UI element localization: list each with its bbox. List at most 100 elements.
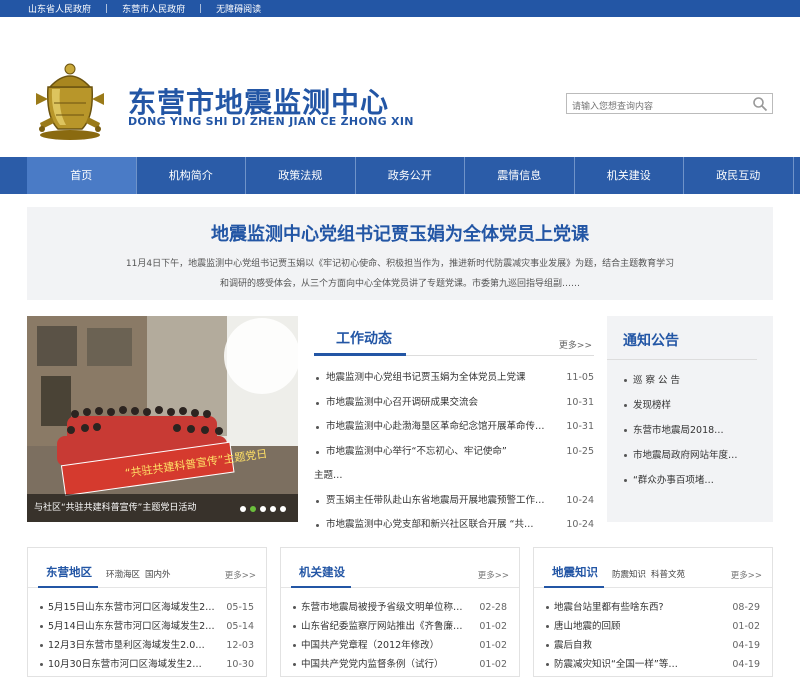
slide-photo: “共驻共建科普宣传”主题党日 [27,316,298,522]
box-quake-knowledge: 地震知识 防震知识 科普文苑 更多>> 地震台站里都有些啥东西? 08-29 唐山… [533,547,773,677]
work-news-header: 工作动态 更多>> [314,316,594,356]
item-date: 10-24 [566,519,594,530]
item-title: 市地震监测中心召开调研成果交流会 [326,396,479,408]
list-item[interactable]: 贾玉娟主任带队赴山东省地震局开展地震预警工作… 10-24 [314,489,594,514]
slider-dot[interactable] [260,506,266,512]
item-title: 地震台站里都有些啥东西? [554,602,664,613]
list-item[interactable]: 市地震监测中心党支部和新兴社区联合开展 “共… 10-24 [314,513,594,538]
slider-dots [240,506,286,512]
link-dongying-gov[interactable]: 东营市人民政府 [122,2,185,15]
list-item[interactable]: 地震台站里都有些啥东西? 08-29 [534,598,772,617]
list-item[interactable]: 震后自救 04-19 [534,636,772,655]
list-item[interactable]: 10月30日东营市河口区海域发生2… 10-30 [28,655,266,674]
work-news-list: 地震监测中心党组书记贾玉娟为全体党员上党课 11-05 市地震监测中心召开调研成果… [314,366,594,538]
item-title: 12月3日东营市垦利区海域发生2.0… [48,640,205,651]
item-date: 10-31 [566,421,594,432]
item-date: 01-02 [475,617,507,636]
more-link[interactable]: 更多>> [478,569,509,581]
list-item[interactable]: 中国共产党章程（2012年修改） 01-02 [281,636,519,655]
top-utility-bar: 山东省人民政府 | 东营市人民政府 | 无障碍阅读 [0,0,800,17]
nav-quake-info[interactable]: 震情信息 [465,157,575,194]
item-date: 04-19 [728,655,760,674]
notice-item[interactable]: 发现榜样 [607,393,773,418]
notice-panel: 通知公告 巡 察 公 告 发现榜样 东营市地震局2018… 市地震局政府网站年度… [607,316,773,522]
headline-panel: 地震监测中心党组书记贾玉娟为全体党员上党课 11月4日下午，地震监测中心党组书记… [27,207,773,300]
main-nav: 首页 机构简介 政策法规 政务公开 震情信息 机关建设 政民互动 [0,157,800,194]
list-item[interactable]: 东营市地震局被授予省级文明单位称… 02-28 [281,598,519,617]
link-shandong-gov[interactable]: 山东省人民政府 [28,2,91,15]
list-item[interactable]: 12月3日东营市垦利区海域发生2.0… 12-03 [28,636,266,655]
title-underline [314,353,406,356]
list-item[interactable]: 市地震监测中心举行“不忘初心、牢记使命” 10-25 [314,440,594,465]
notice-header: 通知公告 [607,316,757,360]
item-title: 5月15日山东东营市河口区海域发生2… [48,602,215,613]
separator: | [105,3,109,14]
tab-prevention-knowledge[interactable]: 防震知识 [612,568,646,580]
tab-dongying-region[interactable]: 东营地区 [46,564,92,580]
tab-popular-science[interactable]: 科普文苑 [651,568,685,580]
list-item[interactable]: 唐山地震的回顾 01-02 [534,617,772,636]
tab-underline [38,586,98,588]
item-title: 市地震监测中心举行“不忘初心、牢记使命” [326,445,507,457]
item-date: 02-28 [475,598,507,617]
item-date: 10-31 [566,396,594,408]
link-accessibility[interactable]: 无障碍阅读 [216,2,261,15]
list-item[interactable]: 地震监测中心党组书记贾玉娟为全体党员上党课 11-05 [314,366,594,391]
notice-item[interactable]: 东营市地震局2018… [607,418,773,443]
more-link[interactable]: 更多>> [225,569,256,581]
tab-underline [544,586,604,588]
tab-bohai-region[interactable]: 环渤海区 [106,568,140,580]
list-item[interactable]: 市地震监测中心召开调研成果交流会 10-31 [314,391,594,416]
list-item[interactable]: 中国共产党党内监督条例（试行） 01-02 [281,655,519,674]
seismograph-emblem-icon [36,63,104,140]
list-item[interactable]: 5月15日山东东营市河口区海域发生2… 05-15 [28,598,266,617]
nav-policy[interactable]: 政策法规 [246,157,356,194]
item-date: 01-02 [475,636,507,655]
tab-underline [291,586,351,588]
list-item[interactable]: 防震减灾知识“全国一样”等… 04-19 [534,655,772,674]
tab-domestic-foreign[interactable]: 国内外 [145,568,171,580]
tab-organ-building[interactable]: 机关建设 [299,564,345,580]
slider-dot[interactable] [240,506,246,512]
notice-list: 巡 察 公 告 发现榜样 东营市地震局2018… 市地震局政府网站年度… “群众… [607,360,773,493]
nav-gov-affairs[interactable]: 政务公开 [356,157,465,194]
list-item[interactable]: 市地震监测中心赴渤海垦区革命纪念馆开展革命传… 10-31 [314,415,594,440]
notice-item[interactable]: 市地震局政府网站年度… [607,443,773,468]
slider-dot[interactable] [270,506,276,512]
item-date: 08-29 [728,598,760,617]
item-title: 主题… [314,470,343,481]
box-list: 地震台站里都有些啥东西? 08-29 唐山地震的回顾 01-02 震后自救 04-19… [534,588,772,674]
nav-home[interactable]: 首页 [27,157,137,194]
nav-interaction[interactable]: 政民互动 [684,157,794,194]
item-date: 04-19 [728,636,760,655]
search-icon[interactable] [752,96,768,112]
item-date: 12-03 [222,636,254,655]
photo-slider[interactable]: “共驻共建科普宣传”主题党日 与社区“共驻共建科普宣传”主题党日活动 [27,316,298,522]
item-title: 中国共产党党内监督条例（试行） [301,659,444,670]
item-date: 11-05 [566,372,594,383]
notice-item[interactable]: 巡 察 公 告 [607,368,773,393]
list-item[interactable]: 5月14日山东东营市河口区海域发生2… 05-14 [28,617,266,636]
item-date: 10-24 [566,494,594,506]
slider-dot-active[interactable] [250,506,256,512]
item-date: 01-02 [475,655,507,674]
work-news-title[interactable]: 工作动态 [336,328,392,348]
tab-quake-knowledge[interactable]: 地震知识 [552,564,598,580]
nav-about[interactable]: 机构简介 [137,157,246,194]
search-box [566,93,773,117]
box-organ-building: 机关建设 更多>> 东营市地震局被授予省级文明单位称… 02-28 山东省纪委监察… [280,547,520,677]
more-link[interactable]: 更多>> [559,338,592,351]
list-item-continued[interactable]: 主题… [314,464,594,489]
more-link[interactable]: 更多>> [731,569,762,581]
search-input[interactable] [567,97,747,117]
slider-dot[interactable] [280,506,286,512]
nav-organ-building[interactable]: 机关建设 [575,157,684,194]
notice-title[interactable]: 通知公告 [623,330,679,350]
site-header: 东营市地震监测中心 DONG YING SHI DI ZHEN JIAN CE … [0,17,800,157]
headline-title[interactable]: 地震监测中心党组书记贾玉娟为全体党员上党课 [27,220,773,246]
box-header: 东营地区 环渤海区 国内外 更多>> [28,548,266,588]
list-item[interactable]: 山东省纪委监察厅网站推出《齐鲁廉… 01-02 [281,617,519,636]
notice-item[interactable]: “群众办事百项堵… [607,468,773,493]
site-title-pinyin: DONG YING SHI DI ZHEN JIAN CE ZHONG XIN [128,115,414,128]
item-title: 10月30日东营市河口区海域发生2… [48,659,202,670]
